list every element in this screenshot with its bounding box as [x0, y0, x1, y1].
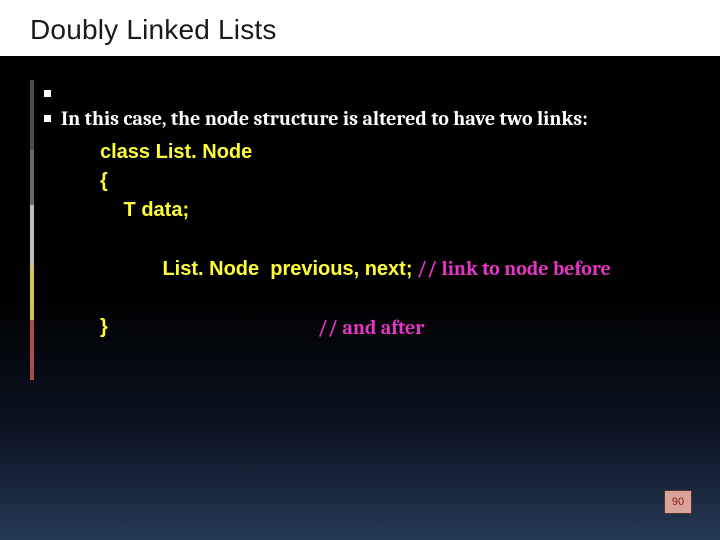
code-line: }	[100, 313, 108, 342]
slide: Doubly Linked Lists In this case, the no…	[0, 0, 720, 540]
bullet-item-main: In this case, the node structure is alte…	[44, 105, 684, 132]
code-line: class List. Node	[100, 141, 252, 163]
slide-content: In this case, the node structure is alte…	[44, 80, 684, 342]
accent-stripe	[30, 80, 34, 380]
bullet-icon	[44, 115, 51, 122]
page-number: 90	[664, 490, 692, 514]
code-block: class List. Node { T data; List. Node pr…	[100, 138, 684, 342]
bullet-item-empty	[44, 80, 684, 97]
bullet-text: In this case, the node structure is alte…	[61, 105, 588, 132]
code-line: T data;	[118, 199, 189, 221]
code-comment: // and after	[318, 313, 425, 342]
code-line: {	[100, 170, 108, 192]
code-line: List. Node previous, next;	[162, 258, 412, 280]
bullet-icon	[44, 90, 51, 97]
slide-title: Doubly Linked Lists	[30, 14, 690, 48]
code-comment: // link to node before	[413, 257, 611, 280]
